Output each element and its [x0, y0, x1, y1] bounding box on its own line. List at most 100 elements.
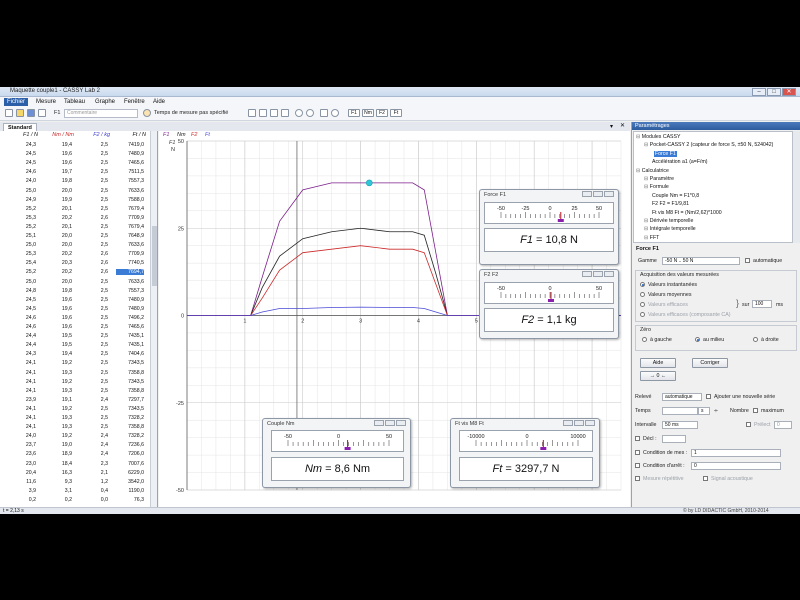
table-row[interactable]: 24,4 19,5 2,5 7435,1: [0, 332, 150, 340]
table-row[interactable]: 24,1 19,3 2,5 7328,2: [0, 414, 150, 422]
clock-small-icon[interactable]: [306, 109, 314, 117]
table-row[interactable]: 24,1 19,3 2,5 7358,8: [0, 387, 150, 395]
table-row[interactable]: 25,1 20,0 2,5 7648,9: [0, 232, 150, 240]
table-cell[interactable]: 25,2: [8, 206, 36, 212]
quantity-ft-button[interactable]: Ft: [390, 109, 402, 117]
table-cell[interactable]: 76,3: [116, 497, 144, 503]
table-cell[interactable]: 2,6: [80, 269, 108, 275]
table-cell[interactable]: 20,1: [44, 206, 72, 212]
table-cell[interactable]: 7740,5: [116, 260, 144, 266]
table-cell[interactable]: 20,2: [44, 215, 72, 221]
table-cell[interactable]: 20,3: [44, 260, 72, 266]
gear-icon[interactable]: [281, 109, 289, 117]
table-cell[interactable]: 2,5: [80, 142, 108, 148]
radio-zero-right[interactable]: [753, 337, 758, 342]
tree-node[interactable]: ⊟ Dérivée temporelle: [644, 218, 693, 224]
table-cell[interactable]: 0,2: [8, 497, 36, 503]
table-row[interactable]: 23,9 19,1 2,4 7297,7: [0, 396, 150, 404]
table-cell[interactable]: 24,1: [8, 406, 36, 412]
table-row[interactable]: 24,0 19,2 2,4 7328,2: [0, 432, 150, 440]
radio-rms[interactable]: [640, 302, 645, 307]
table-cell[interactable]: 25,0: [8, 242, 36, 248]
table-row[interactable]: 24,3 19,4 2,5 7404,6: [0, 350, 150, 358]
table-cell[interactable]: 23,0: [8, 461, 36, 467]
table-cell[interactable]: 2,5: [80, 333, 108, 339]
table-row[interactable]: 0,2 0,2 0,0 76,3: [0, 496, 150, 504]
table-row[interactable]: 24,1 19,2 2,5 7343,5: [0, 405, 150, 413]
tree-node[interactable]: ⊟ FFT: [644, 235, 659, 241]
table-cell[interactable]: 7435,1: [116, 333, 144, 339]
table-cell[interactable]: 6229,0: [116, 470, 144, 476]
maximum-checkbox[interactable]: [753, 408, 758, 413]
table-cell[interactable]: 2,5: [80, 188, 108, 194]
table-cell[interactable]: 19,6: [44, 315, 72, 321]
chart-panel[interactable]: 1234567-50-2502550F1Nt / s Force F1 -50-…: [159, 131, 630, 507]
table-row[interactable]: 23,6 18,9 2,4 7206,0: [0, 450, 150, 458]
sur-input[interactable]: 100: [752, 300, 772, 308]
table-cell[interactable]: 7465,6: [116, 324, 144, 330]
table-cell[interactable]: 3,1: [44, 488, 72, 494]
temps-unit-select[interactable]: s: [698, 407, 710, 415]
table-cell[interactable]: 19,6: [44, 306, 72, 312]
radio-rms-ac[interactable]: [640, 312, 645, 317]
table-cell[interactable]: 7709,9: [116, 215, 144, 221]
tree-node[interactable]: ⊟ Calculatrice: [636, 168, 669, 174]
instrument-force-f1[interactable]: Force F1 -50 -25 0 25 50 F1 = 10,8 N: [479, 189, 619, 265]
tree-node[interactable]: Accélération a1 (a=F/m): [652, 159, 708, 165]
table-row[interactable]: 25,3 20,2 2,6 7709,9: [0, 250, 150, 258]
table-cell[interactable]: 7588,0: [116, 197, 144, 203]
radio-zero-left[interactable]: [642, 337, 647, 342]
table-cell[interactable]: 7404,6: [116, 351, 144, 357]
cond-arret-checkbox[interactable]: [635, 463, 640, 468]
menu-fichier[interactable]: Fichier: [4, 98, 29, 106]
table-cell[interactable]: 7557,3: [116, 288, 144, 294]
table-cell[interactable]: 19,6: [44, 324, 72, 330]
table-cell[interactable]: 2,5: [80, 151, 108, 157]
menu-graphe[interactable]: Graphe: [92, 98, 118, 106]
display-icon[interactable]: [320, 109, 328, 117]
table-cell[interactable]: 7679,4: [116, 206, 144, 212]
table-cell[interactable]: 19,3: [44, 415, 72, 421]
table-cell[interactable]: 25,3: [8, 251, 36, 257]
table-cell[interactable]: 25,1: [8, 233, 36, 239]
table-row[interactable]: 25,2 20,1 2,5 7679,4: [0, 205, 150, 213]
clock-icon[interactable]: [143, 109, 151, 117]
table-scrollbar[interactable]: [150, 131, 157, 507]
cond-mes-select[interactable]: 1: [691, 449, 781, 457]
pin-icon[interactable]: ▾: [610, 123, 613, 130]
table-row[interactable]: 24,6 19,6 2,5 7496,2: [0, 314, 150, 322]
menu-tableau[interactable]: Tableau: [61, 98, 88, 106]
table-cell[interactable]: 7358,8: [116, 424, 144, 430]
table-row[interactable]: 25,0 20,0 2,5 7633,6: [0, 278, 150, 286]
table-cell[interactable]: 2,5: [80, 406, 108, 412]
table-row[interactable]: 25,3 20,2 2,6 7709,9: [0, 214, 150, 222]
table-cell[interactable]: 25,2: [8, 269, 36, 275]
open-folder-icon[interactable]: [16, 109, 24, 117]
table-cell[interactable]: 24,0: [8, 178, 36, 184]
cond-mes-checkbox[interactable]: [635, 450, 640, 455]
quantity-f2-button[interactable]: F2: [376, 109, 388, 117]
table-row[interactable]: 23,0 18,4 2,3 7007,6: [0, 460, 150, 468]
table-cell[interactable]: 7358,8: [116, 388, 144, 394]
table-cell[interactable]: 7465,6: [116, 160, 144, 166]
table-cell[interactable]: 24,1: [8, 370, 36, 376]
tree-scrollbar[interactable]: [793, 131, 800, 243]
table-cell[interactable]: 0,0: [80, 497, 108, 503]
table-cell[interactable]: 2,5: [80, 324, 108, 330]
table-cell[interactable]: 7709,9: [116, 251, 144, 257]
table-cell[interactable]: 2,5: [80, 288, 108, 294]
legend-f1[interactable]: F1: [163, 132, 169, 138]
aide-button[interactable]: Aide: [640, 358, 676, 368]
table-cell[interactable]: 7480,9: [116, 151, 144, 157]
print-icon[interactable]: [38, 109, 46, 117]
tree-node[interactable]: ⊟ Pocket-CASSY 2 (capteur de force S, ±5…: [644, 142, 773, 148]
table-row[interactable]: 20,4 16,3 2,1 6229,0: [0, 469, 150, 477]
table-row[interactable]: 24,1 19,2 2,5 7343,5: [0, 378, 150, 386]
table-row[interactable]: 24,8 19,8 2,5 7557,3: [0, 287, 150, 295]
table-cell[interactable]: 25,2: [8, 224, 36, 230]
table-cell[interactable]: 19,2: [44, 433, 72, 439]
table-row[interactable]: 25,0 20,0 2,5 7633,6: [0, 187, 150, 195]
cond-arret-select[interactable]: 0: [691, 462, 781, 470]
table-cell[interactable]: 2,5: [80, 160, 108, 166]
table-row[interactable]: 25,2 20,1 2,5 7679,4: [0, 223, 150, 231]
